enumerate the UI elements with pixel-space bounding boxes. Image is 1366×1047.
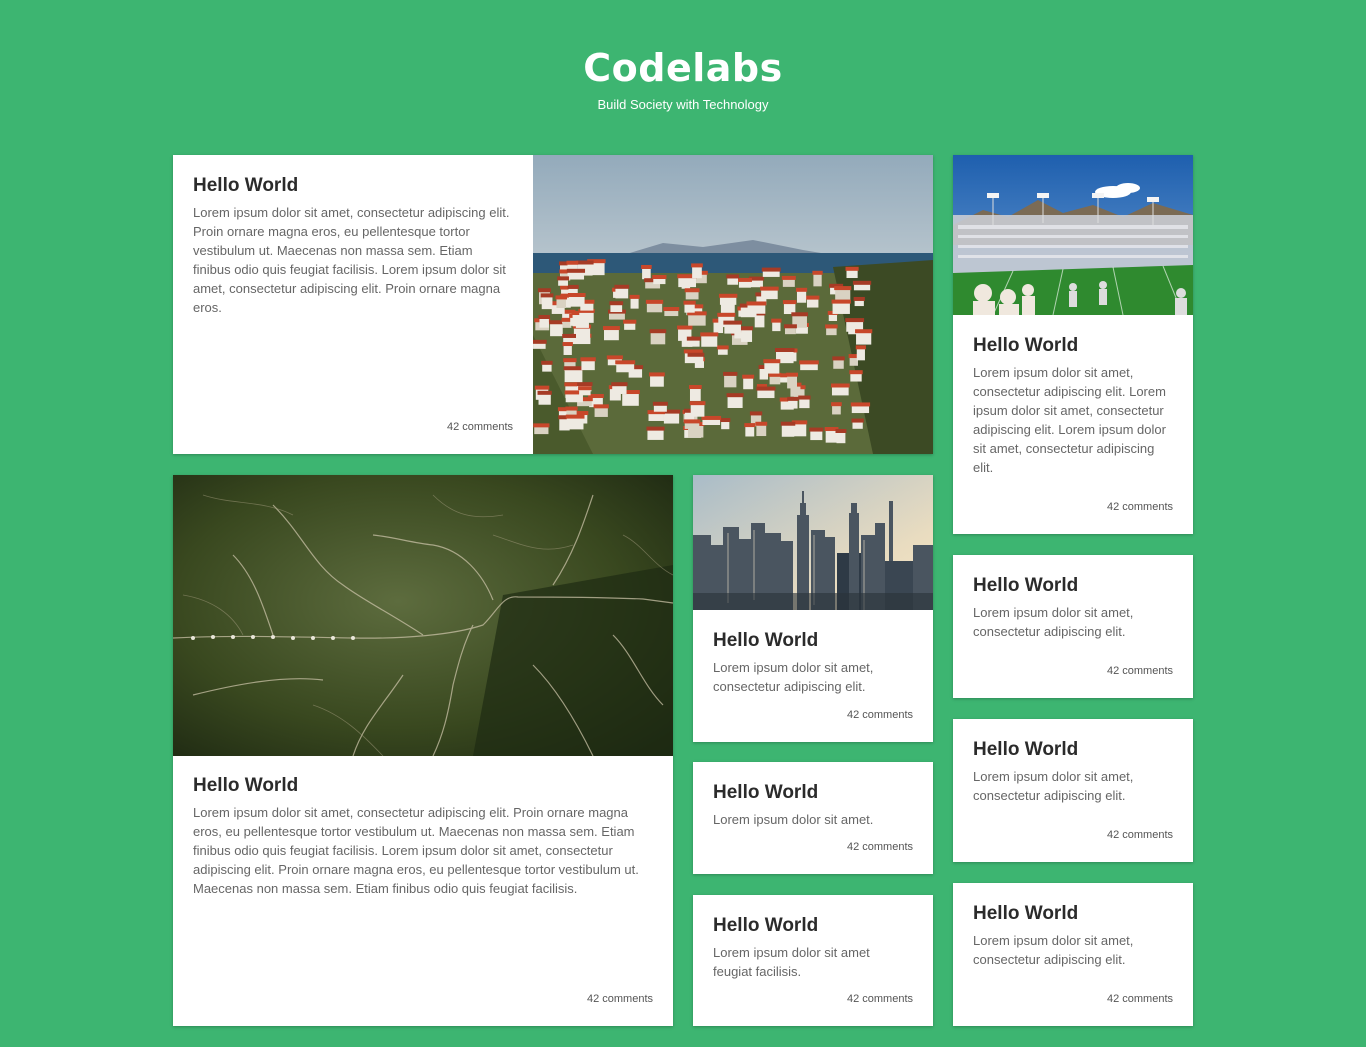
card-body: Hello World Lorem ipsum dolor sit amet, … (973, 335, 1173, 477)
comments-link[interactable]: 42 comments (847, 841, 913, 853)
comments-link[interactable]: 42 comments (447, 421, 513, 433)
post-card[interactable]: Hello World Lorem ipsum dolor sit amet f… (693, 895, 933, 1026)
card-excerpt: Lorem ipsum dolor sit amet feugiat facil… (713, 945, 870, 979)
stadium-photo[interactable] (953, 155, 1193, 315)
card-excerpt: Lorem ipsum dolor sit amet, consectetur … (973, 769, 1134, 803)
card-excerpt: Lorem ipsum dolor sit amet, consectetur … (973, 933, 1134, 967)
post-card[interactable]: Hello World Lorem ipsum dolor sit amet, … (953, 719, 1193, 862)
card-excerpt: Lorem ipsum dolor sit amet, consectetur … (193, 805, 639, 896)
card-excerpt: Lorem ipsum dolor sit amet, consectetur … (193, 205, 510, 315)
card-body: Hello World Lorem ipsum dolor sit amet, … (973, 739, 1173, 805)
comments-link[interactable]: 42 comments (587, 993, 653, 1005)
aerial-landscape-photo[interactable] (173, 475, 673, 756)
comments-link[interactable]: 42 comments (1107, 993, 1173, 1005)
card-title[interactable]: Hello World (193, 175, 513, 197)
post-card[interactable]: Hello World Lorem ipsum dolor sit amet, … (953, 883, 1193, 1026)
card-title[interactable]: Hello World (713, 915, 893, 937)
card-body: Hello World Lorem ipsum dolor sit amet, … (713, 630, 913, 696)
site-title[interactable]: Codelabs (0, 46, 1366, 90)
comments-link[interactable]: 42 comments (1107, 665, 1173, 677)
card-title[interactable]: Hello World (193, 775, 653, 797)
post-card[interactable]: Hello World Lorem ipsum dolor sit amet, … (953, 155, 1193, 534)
card-excerpt: Lorem ipsum dolor sit amet. (713, 812, 874, 827)
card-body: Hello World Lorem ipsum dolor sit amet, … (193, 775, 653, 898)
card-body: Hello World Lorem ipsum dolor sit amet. (713, 782, 913, 829)
comments-link[interactable]: 42 comments (847, 993, 913, 1005)
card-body: Hello World Lorem ipsum dolor sit amet, … (193, 175, 513, 317)
card-title[interactable]: Hello World (713, 782, 913, 804)
comments-link[interactable]: 42 comments (1107, 501, 1173, 513)
post-card-featured[interactable]: Hello World Lorem ipsum dolor sit amet, … (173, 155, 933, 454)
card-body: Hello World Lorem ipsum dolor sit amet f… (713, 915, 893, 981)
card-excerpt: Lorem ipsum dolor sit amet, consectetur … (973, 365, 1166, 475)
post-card[interactable]: Hello World Lorem ipsum dolor sit amet, … (953, 555, 1193, 698)
post-card[interactable]: Hello World Lorem ipsum dolor sit amet, … (693, 475, 933, 742)
card-excerpt: Lorem ipsum dolor sit amet, consectetur … (973, 605, 1134, 639)
card-title[interactable]: Hello World (973, 575, 1173, 597)
site-tagline: Build Society with Technology (597, 97, 769, 112)
coastal-town-photo[interactable] (533, 155, 933, 454)
card-excerpt: Lorem ipsum dolor sit amet, consectetur … (713, 660, 874, 694)
comments-link[interactable]: 42 comments (847, 709, 913, 721)
comments-link[interactable]: 42 comments (1107, 829, 1173, 841)
card-body: Hello World Lorem ipsum dolor sit amet, … (973, 903, 1173, 969)
card-title[interactable]: Hello World (973, 335, 1173, 357)
card-title[interactable]: Hello World (713, 630, 913, 652)
card-title[interactable]: Hello World (973, 903, 1173, 925)
post-card-large[interactable]: Hello World Lorem ipsum dolor sit amet, … (173, 475, 673, 1026)
city-skyline-photo[interactable] (693, 475, 933, 610)
post-card[interactable]: Hello World Lorem ipsum dolor sit amet. … (693, 762, 933, 874)
card-body: Hello World Lorem ipsum dolor sit amet, … (973, 575, 1173, 641)
card-title[interactable]: Hello World (973, 739, 1173, 761)
